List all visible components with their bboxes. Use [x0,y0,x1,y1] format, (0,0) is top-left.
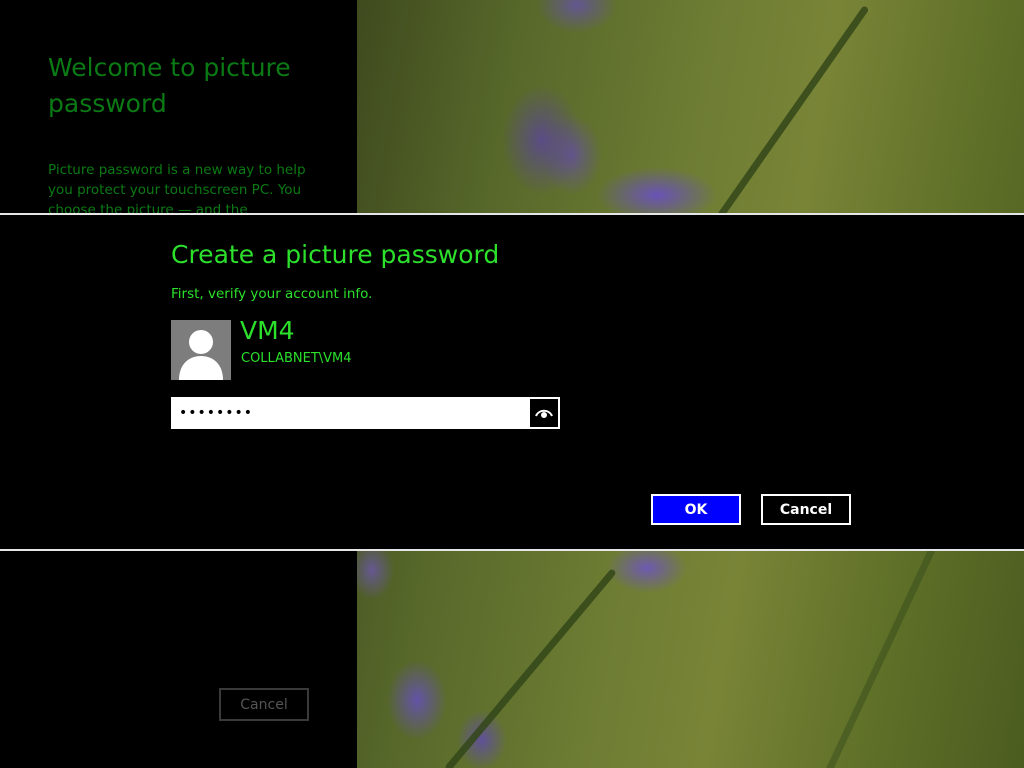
flower-stem [444,568,617,768]
picture-password-screen: Welcome to picture password Picture pass… [0,0,1024,768]
flower-stem [818,531,943,768]
background-cancel-button: Cancel [219,688,309,721]
eye-icon[interactable] [528,399,558,427]
ok-button[interactable]: OK [651,494,741,525]
password-input[interactable] [173,399,528,427]
account-domain: COLLABNET\VM4 [241,351,352,366]
dialog-title: Create a picture password [171,240,500,269]
user-avatar-icon [171,320,231,380]
account-name: VM4 [240,316,295,345]
create-picture-password-dialog: Create a picture password First, verify … [0,213,1024,551]
dialog-subtitle: First, verify your account info. [171,286,373,302]
password-field [171,397,560,429]
cancel-button[interactable]: Cancel [761,494,851,525]
welcome-title: Welcome to picture password [48,53,291,118]
